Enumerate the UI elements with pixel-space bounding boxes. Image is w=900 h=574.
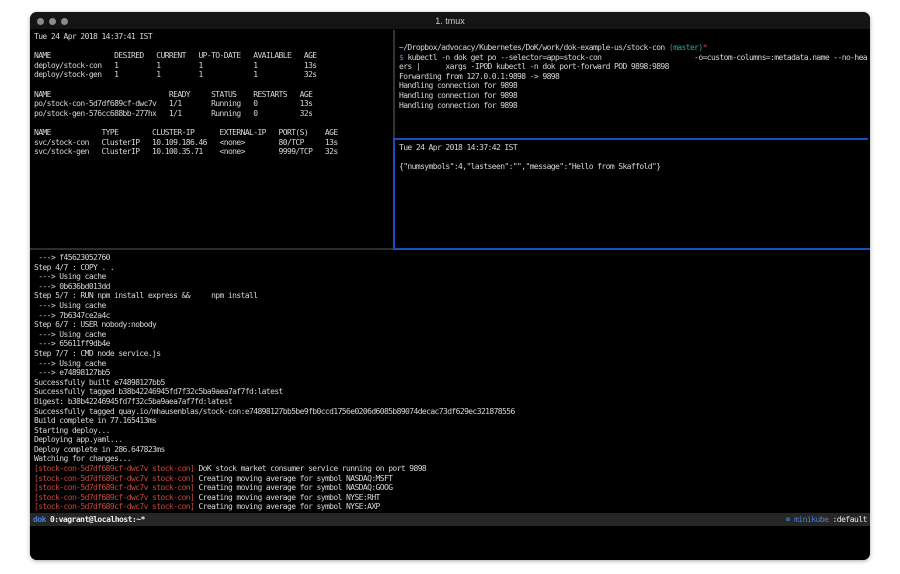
terminal-line: Handling connection for 9898 xyxy=(399,91,867,101)
kube-context: minikube xyxy=(794,515,829,524)
maximize-icon[interactable] xyxy=(61,18,68,25)
pane-build-log[interactable]: ---> f45623052760Step 4/7 : COPY . . ---… xyxy=(34,253,866,511)
terminal-line: po/stock-gen-576cc688bb-277hx 1/1 Runnin… xyxy=(34,109,392,119)
terminal-line: Starting deploy... xyxy=(34,426,866,436)
terminal-line: Deploy complete in 286.647823ms xyxy=(34,445,866,455)
pane-divider-main-left[interactable] xyxy=(30,248,393,250)
terminal-line: [stock-con-5d7df689cf-dwc7v stock-con] C… xyxy=(34,493,866,503)
terminal-line xyxy=(34,118,392,128)
terminal-line: [stock-con-5d7df689cf-dwc7v stock-con] C… xyxy=(34,502,866,511)
terminal-line xyxy=(399,153,867,163)
tmux-status-bar: dok 0:vagrant@localhost:~* ☸ minikube:def… xyxy=(30,513,870,526)
terminal-line: po/stock-con-5d7df689cf-dwc7v 1/1 Runnin… xyxy=(34,99,392,109)
traffic-lights xyxy=(37,12,68,30)
terminal-line xyxy=(34,80,392,90)
terminal-line: Successfully tagged b38b42246945fd7f32c5… xyxy=(34,387,866,397)
terminal-line: ---> Using cache xyxy=(34,359,866,369)
tmux-window-label[interactable]: 0:vagrant@localhost:~* xyxy=(50,515,145,524)
terminal-line: NAME TYPE CLUSTER-IP EXTERNAL-IP PORT(S)… xyxy=(34,128,392,138)
terminal-line: ---> Using cache xyxy=(34,272,866,282)
close-icon[interactable] xyxy=(37,18,44,25)
minimize-icon[interactable] xyxy=(49,18,56,25)
pane-port-forward[interactable]: ~/Dropbox/advocacy/Kubernetes/DoK/work/d… xyxy=(399,43,867,136)
terminal-line: NAME READY STATUS RESTARTS AGE xyxy=(34,90,392,100)
status-left: dok 0:vagrant@localhost:~* xyxy=(33,515,145,524)
pane-skaffold-response[interactable]: Tue 24 Apr 2018 14:37:42 IST {"numsymbol… xyxy=(399,143,867,246)
terminal-line: Step 7/7 : CMD node service.js xyxy=(34,349,866,359)
terminal-line: svc/stock-gen ClusterIP 10.100.35.71 <no… xyxy=(34,147,392,157)
terminal-line: Handling connection for 9898 xyxy=(399,101,867,111)
terminal-line: ---> f45623052760 xyxy=(34,253,866,263)
terminal-line: Watching for changes... xyxy=(34,454,866,464)
pane-divider-main-right[interactable] xyxy=(393,248,870,250)
terminal-line: Step 5/7 : RUN npm install express && np… xyxy=(34,291,866,301)
terminal-line: NAME DESIRED CURRENT UP-TO-DATE AVAILABL… xyxy=(34,51,392,61)
status-right: ☸ minikube:default xyxy=(786,515,867,524)
pane-kubectl-watch[interactable]: Tue 24 Apr 2018 14:37:41 IST NAME DESIRE… xyxy=(34,32,392,246)
terminal-line: ---> Using cache xyxy=(34,330,866,340)
terminal-line xyxy=(34,42,392,52)
terminal-line: [stock-con-5d7df689cf-dwc7v stock-con] C… xyxy=(34,474,866,484)
terminal-line: ers | xargs -IPOD kubectl -n dok port-fo… xyxy=(399,62,867,72)
terminal-line: svc/stock-con ClusterIP 10.109.186.46 <n… xyxy=(34,138,392,148)
terminal-line: ---> 7b6347ce2a4c xyxy=(34,311,866,321)
terminal-line: Digest: b38b42246945fd7f32c5ba9aea7af7fd… xyxy=(34,397,866,407)
terminal-line: [stock-con-5d7df689cf-dwc7v stock-con] D… xyxy=(34,464,866,474)
terminal-line: deploy/stock-gen 1 1 1 1 32s xyxy=(34,70,392,80)
terminal-line: deploy/stock-con 1 1 1 1 13s xyxy=(34,61,392,71)
terminal-line: {"numsymbols":4,"lastseen":"","message":… xyxy=(399,162,867,172)
terminal-content: Tue 24 Apr 2018 14:37:41 IST NAME DESIRE… xyxy=(30,30,870,560)
title-bar[interactable]: 1. tmux xyxy=(30,12,870,30)
terminal-line: [stock-con-5d7df689cf-dwc7v stock-con] C… xyxy=(34,483,866,493)
terminal-line: Successfully built e74898127bb5 xyxy=(34,378,866,388)
terminal-line: ---> e74898127bb5 xyxy=(34,368,866,378)
kube-namespace: :default xyxy=(832,515,867,524)
terminal-line: Deploying app.yaml... xyxy=(34,435,866,445)
terminal-line: Handling connection for 9898 xyxy=(399,81,867,91)
terminal-line: $ kubectl -n dok get po --selector=app=s… xyxy=(399,53,867,63)
tmux-session-name[interactable]: dok xyxy=(33,515,46,524)
terminal-line: Forwarding from 127.0.0.1:9898 -> 9898 xyxy=(399,72,867,82)
terminal-line: Tue 24 Apr 2018 14:37:42 IST xyxy=(399,143,867,153)
terminal-line: ---> Using cache xyxy=(34,301,866,311)
terminal-line: Tue 24 Apr 2018 14:37:41 IST xyxy=(34,32,392,42)
terminal-line: ---> 65611ff9db4e xyxy=(34,339,866,349)
terminal-window: 1. tmux Tue 24 Apr 2018 14:37:41 IST NAM… xyxy=(30,12,870,560)
terminal-line: ---> 0b636bd013dd xyxy=(34,282,866,292)
window-title: 1. tmux xyxy=(30,16,870,26)
pane-divider-right-horizontal[interactable] xyxy=(395,138,868,140)
terminal-line: Step 6/7 : USER nobody:nobody xyxy=(34,320,866,330)
terminal-line: Build complete in 77.165413ms xyxy=(34,416,866,426)
terminal-line: Successfully tagged quay.io/mhausenblas/… xyxy=(34,407,866,417)
terminal-line: ~/Dropbox/advocacy/Kubernetes/DoK/work/d… xyxy=(399,43,867,53)
pane-divider-vertical-inactive[interactable] xyxy=(393,30,395,138)
kubernetes-helm-icon: ☸ xyxy=(786,515,790,524)
pane-divider-vertical-active[interactable] xyxy=(393,138,395,250)
terminal-line: Step 4/7 : COPY . . xyxy=(34,263,866,273)
